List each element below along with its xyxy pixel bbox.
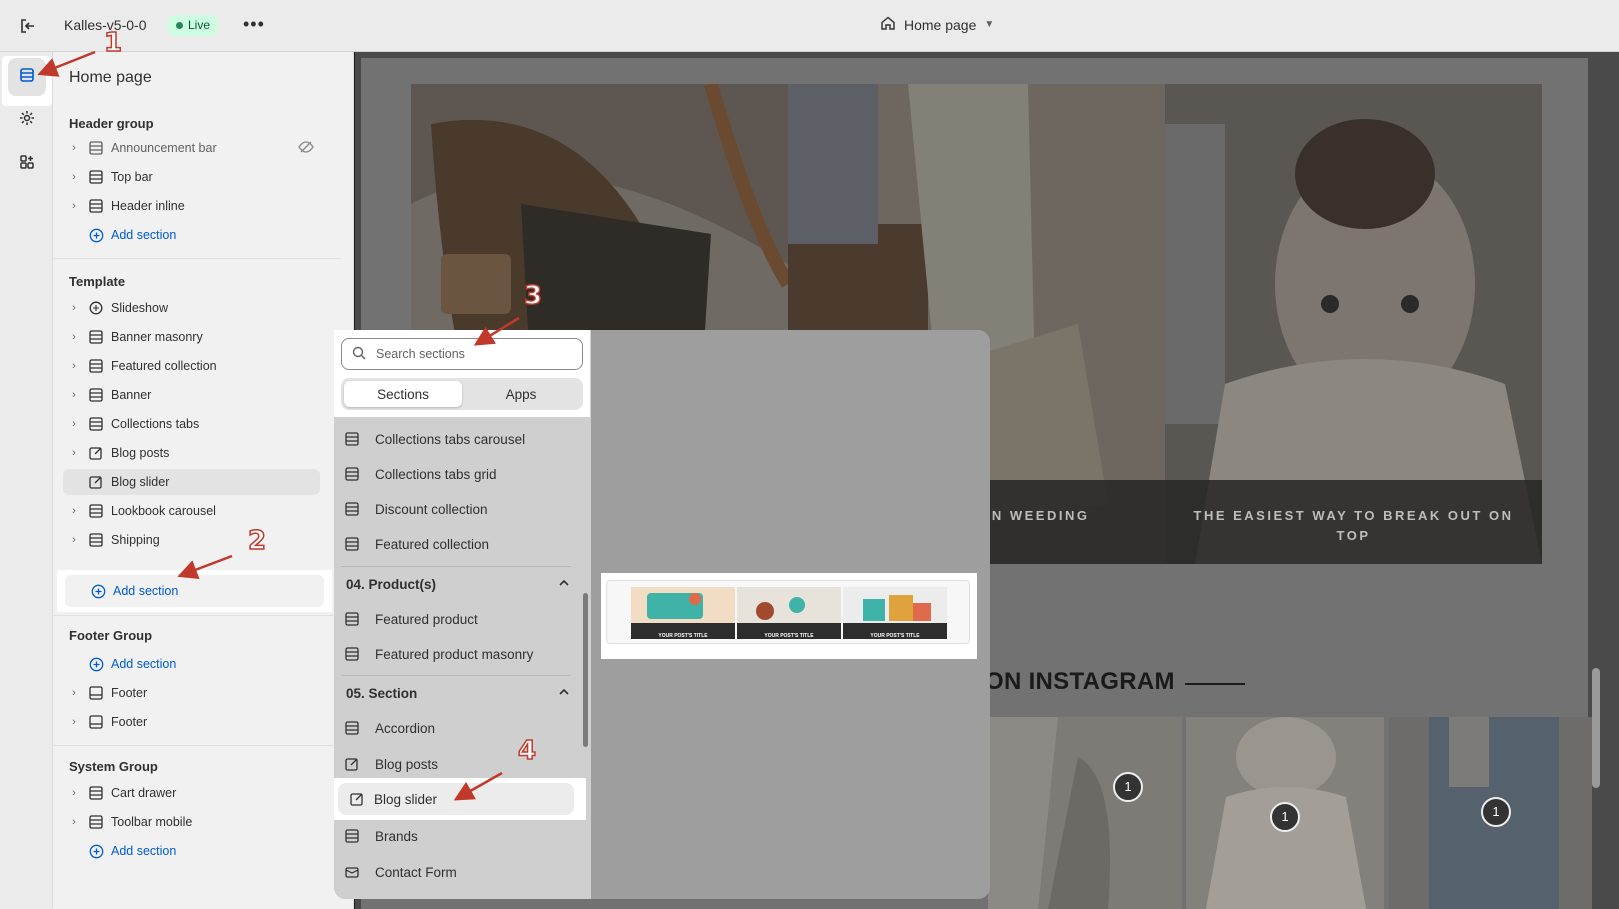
callout-4: 4: [517, 735, 537, 767]
callout-1: 1: [103, 27, 123, 59]
callout-2: 2: [247, 525, 267, 557]
annotation-arrows: [37, 50, 520, 801]
callout-3: 3: [523, 280, 543, 312]
